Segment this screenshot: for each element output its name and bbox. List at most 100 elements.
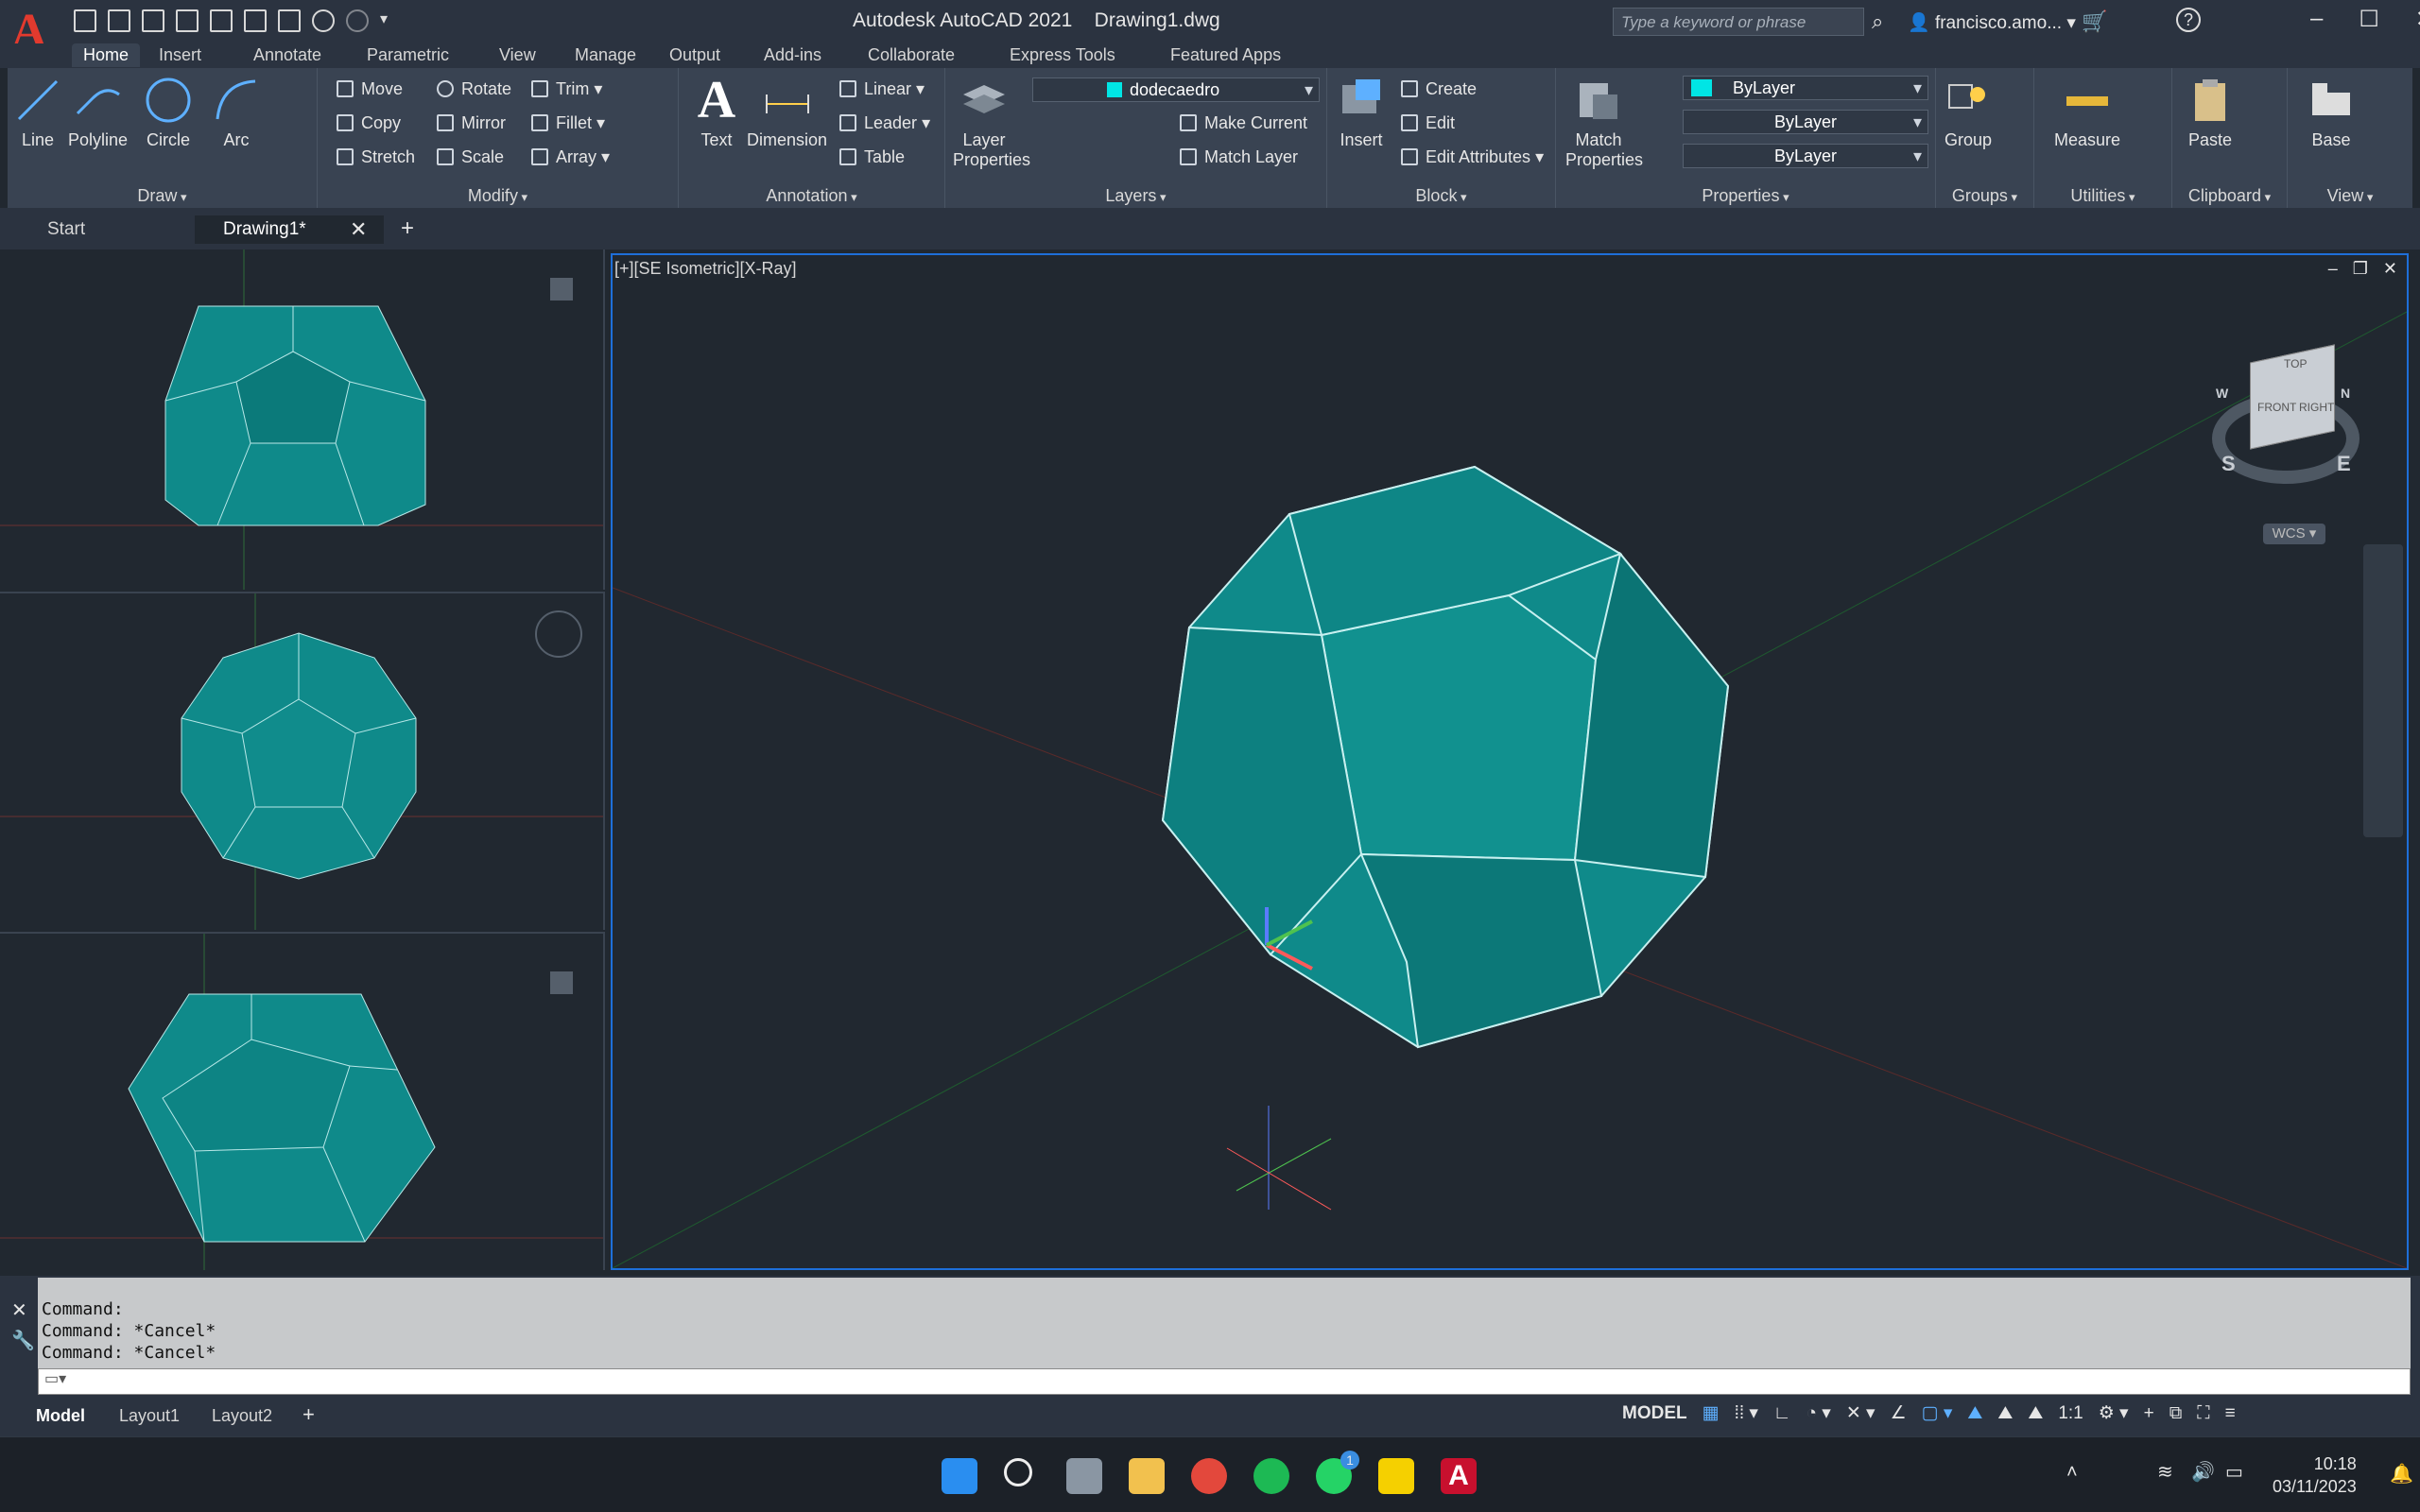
annotation-scale-value[interactable]: 1:1: [2058, 1403, 2083, 1424]
customize-qat-icon[interactable]: ▾: [380, 9, 403, 32]
paste-button[interactable]: Paste: [2186, 76, 2235, 150]
edit-block-button[interactable]: Edit: [1401, 113, 1455, 133]
help-icon[interactable]: ?: [2176, 8, 2201, 32]
customize-command-icon[interactable]: 🔧: [11, 1329, 35, 1352]
command-input[interactable]: ▭▾: [38, 1368, 2411, 1395]
fillet-button[interactable]: Fillet ▾: [531, 113, 605, 133]
layers-panel-title[interactable]: Layers: [945, 186, 1326, 206]
tab-featured-apps[interactable]: Featured Apps: [1159, 43, 1292, 67]
draw-panel-title[interactable]: Draw: [8, 186, 317, 206]
measure-button[interactable]: Measure: [2048, 76, 2127, 150]
circle-button[interactable]: Circle: [144, 76, 193, 150]
plot-icon[interactable]: [244, 9, 267, 32]
command-prompt-icon[interactable]: ▭▾: [39, 1369, 72, 1389]
system-clock[interactable]: 10:18 03/11/2023: [2273, 1452, 2357, 1498]
utilities-panel-title[interactable]: Utilities: [2034, 186, 2171, 206]
tab-annotate[interactable]: Annotate: [242, 43, 333, 67]
annotation-scale-icon[interactable]: ⛰: [2028, 1403, 2043, 1424]
polar-icon[interactable]: ◔ ▾: [1806, 1402, 1831, 1424]
close-tab-icon[interactable]: ✕: [350, 217, 367, 242]
insert-button[interactable]: Insert: [1337, 76, 1386, 150]
viewcube-mini-2[interactable]: [550, 971, 573, 994]
compass-n-label[interactable]: N: [2341, 386, 2350, 401]
viewport-label[interactable]: [+][SE Isometric][X-Ray]: [614, 259, 797, 279]
search-input[interactable]: Type a keyword or phrase: [1613, 8, 1864, 36]
save-icon[interactable]: [142, 9, 164, 32]
view-panel-title[interactable]: View: [2288, 186, 2412, 206]
trim-button[interactable]: Trim ▾: [531, 79, 602, 99]
search-taskbar-icon[interactable]: [1004, 1458, 1032, 1486]
scale-button[interactable]: Scale: [437, 147, 504, 167]
polyline-button[interactable]: Polyline: [68, 76, 128, 150]
selection-cycling-icon[interactable]: ▢ ▾: [1922, 1402, 1953, 1424]
color-dropdown[interactable]: ByLayer: [1683, 76, 1928, 100]
linear-button[interactable]: Linear ▾: [839, 79, 925, 99]
tab-parametric[interactable]: Parametric: [355, 43, 460, 67]
notifications-icon[interactable]: 🔔: [2390, 1462, 2413, 1486]
match-properties-button[interactable]: Match Properties: [1565, 76, 1643, 170]
tab-home[interactable]: Home: [72, 43, 141, 67]
fullscreen-icon[interactable]: ⛶: [2197, 1403, 2209, 1424]
new-icon[interactable]: [74, 9, 96, 32]
maximize-icon[interactable]: ☐: [2359, 6, 2379, 33]
new-layout-icon[interactable]: +: [302, 1402, 315, 1427]
viewcube-right-label[interactable]: RIGHT: [2299, 401, 2334, 414]
battery-icon[interactable]: ▭: [2225, 1460, 2243, 1484]
viewcube[interactable]: TOP FRONT RIGHT S E N W: [2208, 344, 2363, 495]
tab-insert[interactable]: Insert: [147, 43, 213, 67]
user-account[interactable]: 👤 francisco.amo... ▾: [1908, 11, 2076, 34]
edit-attributes-button[interactable]: Edit Attributes ▾: [1401, 147, 1544, 167]
tab-view[interactable]: View: [488, 43, 547, 67]
mirror-button[interactable]: Mirror: [437, 113, 506, 133]
compass-mini[interactable]: [535, 610, 582, 658]
arc-button[interactable]: Arc: [212, 76, 261, 150]
sticky-notes-icon[interactable]: [1378, 1458, 1414, 1494]
compass-e-label[interactable]: E: [2337, 452, 2351, 476]
annotation-visibility-icon[interactable]: ⛰: [1967, 1403, 1982, 1424]
file-explorer-icon[interactable]: [1129, 1458, 1165, 1494]
annotation-autoscale-icon[interactable]: ⛰: [1997, 1403, 2013, 1424]
layer-properties-button[interactable]: Layer Properties: [953, 76, 1030, 170]
line-button[interactable]: Line: [13, 76, 62, 150]
compass-w-label[interactable]: W: [2216, 386, 2228, 401]
ortho-icon[interactable]: ∟: [1773, 1403, 1791, 1424]
viewport-close-icon[interactable]: ✕: [2383, 259, 2397, 279]
add-icon[interactable]: +: [2144, 1403, 2154, 1424]
publish-icon[interactable]: [210, 9, 233, 32]
layer-dropdown[interactable]: dodecaedro: [1032, 77, 1320, 102]
move-button[interactable]: Move: [337, 79, 403, 99]
search-icon[interactable]: ⌕: [1872, 9, 1883, 34]
clipboard-panel-title[interactable]: Clipboard: [2172, 186, 2287, 206]
viewcube-front-label[interactable]: FRONT: [2257, 401, 2296, 414]
cart-icon[interactable]: 🛒: [2082, 9, 2107, 34]
lineweight-icon[interactable]: ∠: [1891, 1402, 1907, 1424]
viewcube-top-label[interactable]: TOP: [2284, 357, 2307, 370]
save-as-icon[interactable]: [176, 9, 199, 32]
new-tab-icon[interactable]: +: [401, 215, 414, 242]
osnap-icon[interactable]: ✕ ▾: [1846, 1402, 1876, 1424]
task-view-icon[interactable]: [1066, 1458, 1102, 1494]
start-icon[interactable]: [942, 1458, 977, 1494]
tray-chevron-icon[interactable]: ˄: [2066, 1462, 2078, 1484]
viewport-minimize-icon[interactable]: –: [2328, 259, 2338, 279]
dimension-button[interactable]: Dimension: [747, 76, 827, 150]
model-space-toggle[interactable]: MODEL: [1622, 1403, 1687, 1424]
create-block-button[interactable]: Create: [1401, 79, 1477, 99]
volume-icon[interactable]: 🔊: [2191, 1460, 2215, 1484]
viewport-top-left[interactable]: [0, 249, 605, 590]
table-button[interactable]: Table: [839, 147, 905, 167]
make-current-button[interactable]: Make Current: [1180, 113, 1307, 133]
groups-panel-title[interactable]: Groups: [1936, 186, 2033, 206]
compass-s-label[interactable]: S: [2221, 452, 2236, 476]
tab-manage[interactable]: Manage: [563, 43, 648, 67]
wifi-icon[interactable]: ≋: [2157, 1460, 2173, 1484]
array-button[interactable]: Array ▾: [531, 147, 610, 167]
stretch-button[interactable]: Stretch: [337, 147, 415, 167]
autocad-taskbar-icon[interactable]: A: [1441, 1458, 1477, 1494]
units-icon[interactable]: ⧉: [2169, 1403, 2183, 1424]
viewport-restore-icon[interactable]: ❐: [2353, 259, 2368, 279]
tab-collaborate[interactable]: Collaborate: [856, 43, 966, 67]
close-command-icon[interactable]: ✕: [11, 1298, 27, 1322]
modify-panel-title[interactable]: Modify: [318, 186, 678, 206]
match-layer-button[interactable]: Match Layer: [1180, 147, 1298, 167]
